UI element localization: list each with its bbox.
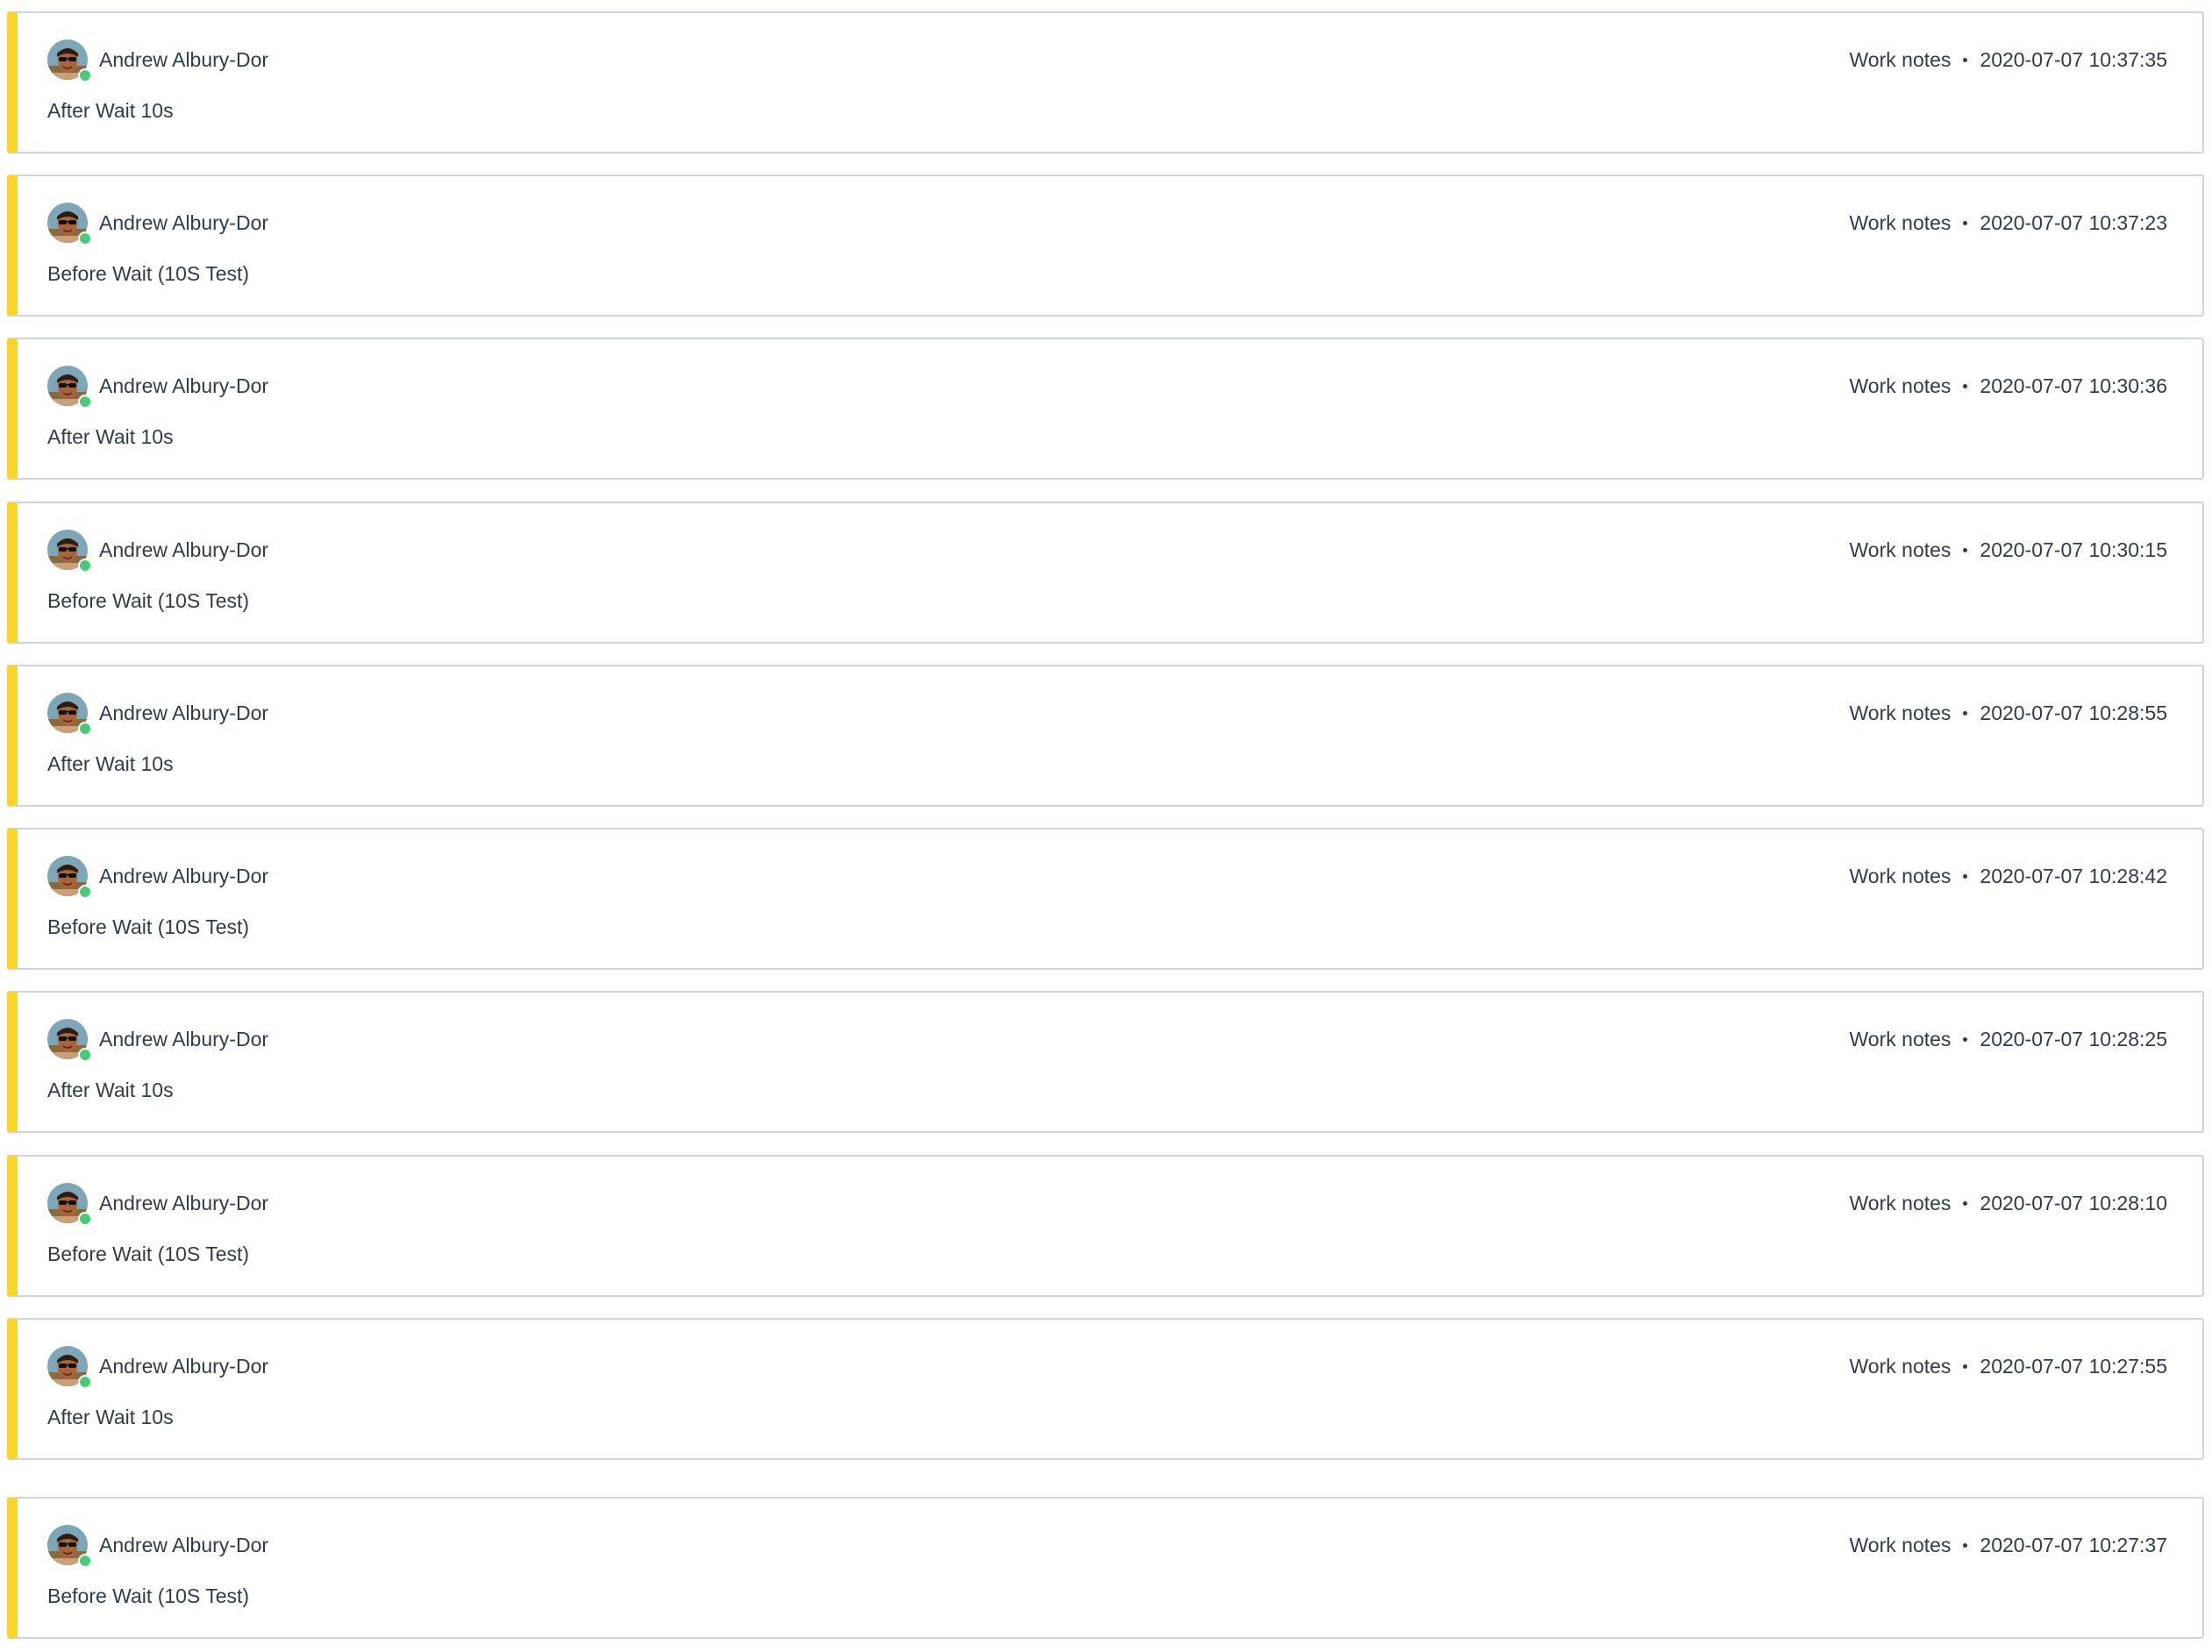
user-avatar-icon[interactable] xyxy=(47,1183,92,1226)
entry-timestamp: 2020-07-07 10:27:55 xyxy=(1980,1355,2167,1378)
entry-author[interactable]: Andrew Albury-Dor xyxy=(99,1192,268,1214)
activity-entry: Andrew Albury-Dor Work notes 2020-07-07 10… xyxy=(7,11,2204,153)
online-status-icon xyxy=(78,559,92,573)
user-avatar-icon[interactable] xyxy=(47,693,92,736)
separator-dot-icon xyxy=(1963,1542,1968,1548)
user-avatar-icon[interactable] xyxy=(47,1019,92,1062)
separator-dot-icon xyxy=(1963,383,1968,388)
entry-meta: Work notes 2020-07-07 10:37:23 xyxy=(1850,211,2167,234)
activity-stream: Andrew Albury-Dor Work notes 2020-07-07 10… xyxy=(0,0,2212,1652)
entry-meta: Work notes 2020-07-07 10:28:10 xyxy=(1850,1192,2167,1214)
online-status-icon xyxy=(78,1048,92,1062)
online-status-icon xyxy=(78,395,92,409)
entry-author[interactable]: Andrew Albury-Dor xyxy=(99,48,268,71)
entry-meta: Work notes 2020-07-07 10:27:37 xyxy=(1850,1534,2167,1556)
activity-entry: Andrew Albury-Dor Work notes 2020-07-07 10… xyxy=(7,1497,2204,1639)
entry-timestamp: 2020-07-07 10:28:55 xyxy=(1980,701,2167,724)
entry-timestamp: 2020-07-07 10:28:25 xyxy=(1980,1028,2167,1050)
entry-author[interactable]: Andrew Albury-Dor xyxy=(99,701,268,724)
entry-type: Work notes xyxy=(1849,1355,1952,1378)
entry-meta: Work notes 2020-07-07 10:28:55 xyxy=(1850,701,2167,724)
entry-timestamp: 2020-07-07 10:37:23 xyxy=(1980,211,2167,234)
entry-type: Work notes xyxy=(1849,865,1952,887)
entry-timestamp: 2020-07-07 10:27:37 xyxy=(1980,1534,2167,1556)
entry-type: Work notes xyxy=(1849,1534,1952,1556)
user-avatar-icon[interactable] xyxy=(47,1346,92,1389)
entry-type: Work notes xyxy=(1849,211,1952,234)
separator-dot-icon xyxy=(1963,547,1968,552)
entry-type: Work notes xyxy=(1849,374,1952,397)
online-status-icon xyxy=(78,68,92,82)
activity-entry: Andrew Albury-Dor Work notes 2020-07-07 10… xyxy=(7,338,2204,480)
online-status-icon xyxy=(78,1212,92,1226)
online-status-icon xyxy=(78,1554,92,1568)
entry-type: Work notes xyxy=(1849,1028,1952,1050)
entry-text: Before Wait (10S Test) xyxy=(47,915,250,938)
entry-meta: Work notes 2020-07-07 10:30:15 xyxy=(1850,538,2167,561)
entry-author[interactable]: Andrew Albury-Dor xyxy=(99,865,268,887)
entry-author[interactable]: Andrew Albury-Dor xyxy=(99,1534,268,1556)
entry-type: Work notes xyxy=(1849,1192,1952,1214)
entry-text: After Wait 10s xyxy=(47,1079,174,1101)
user-avatar-icon[interactable] xyxy=(47,530,92,573)
entry-author[interactable]: Andrew Albury-Dor xyxy=(99,211,268,234)
entry-author[interactable]: Andrew Albury-Dor xyxy=(99,1028,268,1050)
online-status-icon xyxy=(78,231,92,246)
online-status-icon xyxy=(78,722,92,736)
activity-entry: Andrew Albury-Dor Work notes 2020-07-07 10… xyxy=(7,1155,2204,1297)
entry-timestamp: 2020-07-07 10:30:36 xyxy=(1980,374,2167,397)
entry-meta: Work notes 2020-07-07 10:28:42 xyxy=(1850,865,2167,887)
separator-dot-icon xyxy=(1963,1036,1968,1042)
entry-meta: Work notes 2020-07-07 10:37:35 xyxy=(1850,48,2167,71)
user-avatar-icon[interactable] xyxy=(47,366,92,409)
entry-type: Work notes xyxy=(1849,48,1952,71)
user-avatar-icon[interactable] xyxy=(47,203,92,246)
entry-text: After Wait 10s xyxy=(47,425,174,448)
user-avatar-icon[interactable] xyxy=(47,39,92,82)
activity-entry: Andrew Albury-Dor Work notes 2020-07-07 10… xyxy=(7,502,2204,644)
entry-meta: Work notes 2020-07-07 10:30:36 xyxy=(1850,374,2167,397)
entry-text: Before Wait (10S Test) xyxy=(47,1584,250,1607)
online-status-icon xyxy=(78,1375,92,1389)
entry-text: After Wait 10s xyxy=(47,752,174,775)
entry-text: After Wait 10s xyxy=(47,1406,174,1428)
separator-dot-icon xyxy=(1963,1200,1968,1206)
activity-entry: Andrew Albury-Dor Work notes 2020-07-07 10… xyxy=(7,665,2204,807)
separator-dot-icon xyxy=(1963,710,1968,716)
separator-dot-icon xyxy=(1963,1364,1968,1369)
entry-meta: Work notes 2020-07-07 10:28:25 xyxy=(1850,1028,2167,1050)
separator-dot-icon xyxy=(1963,57,1968,62)
user-avatar-icon[interactable] xyxy=(47,856,92,899)
entry-timestamp: 2020-07-07 10:28:42 xyxy=(1980,865,2167,887)
entry-author[interactable]: Andrew Albury-Dor xyxy=(99,538,268,561)
entry-author[interactable]: Andrew Albury-Dor xyxy=(99,374,268,397)
entry-text: Before Wait (10S Test) xyxy=(47,262,250,285)
entry-type: Work notes xyxy=(1849,701,1952,724)
activity-entry: Andrew Albury-Dor Work notes 2020-07-07 10… xyxy=(7,1318,2204,1460)
activity-entry: Andrew Albury-Dor Work notes 2020-07-07 10… xyxy=(7,828,2204,970)
entry-text: After Wait 10s xyxy=(47,99,174,122)
entry-text: Before Wait (10S Test) xyxy=(47,1243,250,1265)
online-status-icon xyxy=(78,885,92,899)
entry-type: Work notes xyxy=(1849,538,1952,561)
entry-timestamp: 2020-07-07 10:28:10 xyxy=(1980,1192,2167,1214)
entry-meta: Work notes 2020-07-07 10:27:55 xyxy=(1850,1355,2167,1378)
activity-entry: Andrew Albury-Dor Work notes 2020-07-07 10… xyxy=(7,174,2204,317)
entry-timestamp: 2020-07-07 10:30:15 xyxy=(1980,538,2167,561)
entry-text: Before Wait (10S Test) xyxy=(47,589,250,612)
user-avatar-icon[interactable] xyxy=(47,1525,92,1568)
separator-dot-icon xyxy=(1963,873,1968,879)
entry-author[interactable]: Andrew Albury-Dor xyxy=(99,1355,268,1378)
activity-entry: Andrew Albury-Dor Work notes 2020-07-07 10… xyxy=(7,991,2204,1133)
separator-dot-icon xyxy=(1963,220,1968,225)
entry-timestamp: 2020-07-07 10:37:35 xyxy=(1980,48,2167,71)
